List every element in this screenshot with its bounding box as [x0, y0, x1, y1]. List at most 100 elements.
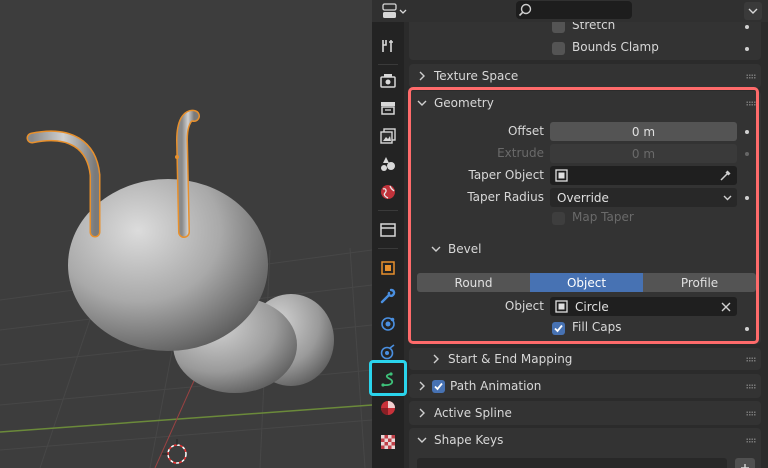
checkmark-icon — [434, 382, 443, 390]
extrude-field[interactable]: 0 m — [550, 144, 737, 163]
curve-data-icon — [381, 372, 394, 387]
drag-handle-icon[interactable] — [746, 438, 756, 443]
path-animation-panel[interactable]: Path Animation — [409, 374, 761, 398]
editor-type-button[interactable] — [380, 2, 410, 20]
tab-object[interactable] — [376, 256, 400, 280]
path-animation-header[interactable]: Path Animation — [409, 374, 761, 398]
eyedropper-icon[interactable] — [718, 168, 733, 183]
geometry-title: Geometry — [434, 96, 494, 110]
tab-modifiers[interactable] — [376, 284, 400, 308]
taper-radius-value: Override — [557, 190, 609, 205]
modifier-icon — [380, 288, 396, 304]
options-dropdown[interactable] — [744, 2, 762, 20]
stretch-keyframe-dot[interactable] — [745, 25, 749, 29]
tab-tool[interactable] — [376, 34, 400, 58]
y-axis-line — [0, 404, 372, 433]
bounds-clamp-checkbox[interactable] — [552, 42, 565, 55]
chevron-right-icon — [416, 380, 428, 392]
texture-icon — [381, 435, 395, 449]
chevron-down-icon — [723, 195, 732, 201]
taper-object-field[interactable] — [550, 166, 737, 185]
start-end-mapping-panel[interactable]: Start & End Mapping — [409, 348, 761, 370]
bounds-clamp-label: Bounds Clamp — [572, 40, 659, 54]
tab-material[interactable] — [376, 396, 400, 420]
chevron-down-icon — [416, 97, 428, 109]
tab-collection[interactable] — [376, 218, 400, 242]
drag-handle-icon[interactable] — [746, 101, 756, 106]
tab-output[interactable] — [376, 96, 400, 120]
checkmark-icon — [554, 324, 563, 333]
drag-handle-icon[interactable] — [746, 357, 756, 362]
chevron-down-icon — [748, 8, 758, 14]
geometry-header[interactable]: Geometry — [409, 91, 761, 115]
bevel-title: Bevel — [448, 242, 482, 256]
active-spline-title: Active Spline — [434, 406, 512, 420]
texture-space-header[interactable]: Texture Space — [409, 64, 761, 88]
world-icon — [381, 185, 395, 199]
tab-particles[interactable] — [376, 312, 400, 336]
fill-caps-keyframe-dot[interactable] — [745, 327, 749, 331]
plus-icon — [741, 464, 749, 468]
tool-icon — [382, 40, 393, 52]
active-spline-header[interactable]: Active Spline — [409, 401, 761, 425]
3d-viewport[interactable] — [0, 0, 372, 468]
view-layer-icon — [380, 128, 396, 144]
tab-render[interactable] — [376, 68, 400, 92]
properties-editor: Stretch Bounds Clamp Texture Space Geome… — [369, 0, 768, 468]
tab-texture[interactable] — [376, 430, 400, 454]
bevel-mode-round[interactable]: Round — [417, 273, 530, 292]
shape-keys-header[interactable]: Shape Keys — [409, 428, 761, 452]
shape-keys-list[interactable] — [417, 458, 727, 468]
tab-curve-data[interactable] — [376, 368, 400, 392]
bevel-header[interactable]: Bevel — [409, 237, 761, 261]
start-end-mapping-header[interactable]: Start & End Mapping — [409, 348, 761, 370]
properties-tab-bar — [372, 22, 404, 468]
chevron-right-icon — [416, 407, 428, 419]
drag-handle-icon[interactable] — [746, 74, 756, 79]
object-icon — [555, 169, 568, 182]
texture-space-title: Texture Space — [434, 69, 519, 83]
tab-world[interactable] — [376, 180, 400, 204]
taper-radius-keyframe-dot[interactable] — [745, 196, 749, 200]
start-end-mapping-title: Start & End Mapping — [448, 352, 573, 366]
stretch-checkbox[interactable] — [552, 22, 565, 33]
viewport-scene — [0, 109, 372, 468]
offset-keyframe-dot[interactable] — [745, 130, 749, 134]
tab-physics[interactable] — [376, 340, 400, 364]
active-spline-panel[interactable]: Active Spline — [409, 401, 761, 425]
bevel-object-value: Circle — [575, 299, 609, 314]
drag-handle-icon[interactable] — [746, 411, 756, 416]
chevron-right-icon — [416, 70, 428, 82]
tab-view-layer[interactable] — [376, 124, 400, 148]
physics-icon — [380, 344, 395, 360]
search-input[interactable] — [516, 1, 632, 19]
add-shape-key-button[interactable] — [735, 458, 755, 468]
close-icon[interactable] — [721, 302, 731, 312]
taper-object-label: Taper Object — [468, 168, 544, 182]
texture-space-panel[interactable]: Texture Space — [409, 64, 761, 88]
taper-radius-dropdown[interactable]: Override — [550, 188, 737, 207]
collection-icon — [380, 223, 396, 237]
offset-field[interactable]: 0 m — [550, 122, 737, 141]
fill-caps-checkbox[interactable] — [552, 322, 565, 335]
bevel-object-field[interactable]: Circle — [550, 297, 737, 316]
stretch-label: Stretch — [572, 22, 616, 32]
map-taper-checkbox[interactable] — [552, 212, 565, 225]
path-animation-checkbox[interactable] — [432, 379, 445, 393]
object-icon — [555, 300, 568, 313]
shape-keys-panel[interactable]: Shape Keys — [409, 428, 761, 468]
render-icon — [380, 74, 396, 88]
bounds-clamp-keyframe-dot[interactable] — [745, 47, 749, 51]
material-icon — [381, 401, 395, 415]
particles-icon — [381, 317, 395, 331]
scene-icon — [381, 157, 395, 171]
drag-handle-icon[interactable] — [746, 384, 756, 389]
shape-keys-title: Shape Keys — [434, 433, 504, 447]
geometry-panel: Geometry Offset 0 m Extrude 0 m Taper Ob… — [409, 91, 761, 344]
chevron-right-icon — [430, 353, 442, 365]
tab-scene[interactable] — [376, 152, 400, 176]
extrude-keyframe-dot[interactable] — [745, 152, 749, 156]
bevel-mode-object[interactable]: Object — [530, 273, 643, 292]
map-taper-label: Map Taper — [572, 210, 634, 224]
bevel-mode-profile[interactable]: Profile — [643, 273, 756, 292]
